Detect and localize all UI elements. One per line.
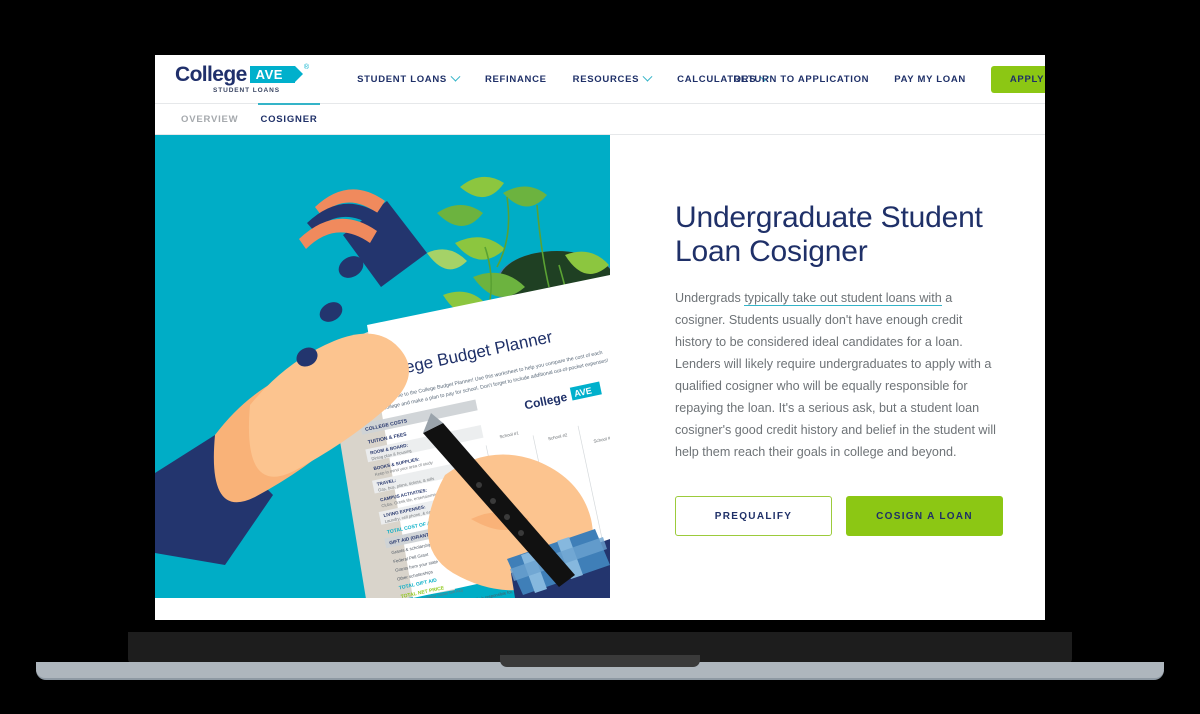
nav-item-student-loans-label: STUDENT LOANS — [357, 73, 447, 85]
paragraph-text-before-link: Undergrads — [675, 291, 745, 306]
logo-college-text: College — [175, 63, 247, 86]
return-to-application-link[interactable]: RETURN TO APPLICATION — [733, 74, 869, 85]
logo-registered-icon: ® — [303, 64, 310, 71]
page-title: Undergraduate Student Loan Cosigner — [675, 201, 983, 268]
page-body: College Budget Planner Welcome to the Co… — [155, 135, 1045, 618]
chevron-down-icon — [642, 71, 653, 82]
nav-item-refinance[interactable]: REFINANCE — [485, 74, 547, 85]
nav-item-resources[interactable]: RESOURCES — [572, 71, 653, 85]
header-actions: RETURN TO APPLICATION PAY MY LOAN APPLY — [733, 55, 1045, 103]
chevron-down-icon — [450, 71, 461, 82]
main-navigation: STUDENT LOANS REFINANCE RESOURCES CALCUL… — [357, 71, 770, 85]
laptop-device-mockup: College AVE ® STUDENT LOANS STUDENT LOAN… — [0, 0, 1200, 714]
laptop-trackpad-notch — [500, 655, 700, 667]
cosign-a-loan-button[interactable]: COSIGN A LOAN — [846, 496, 1003, 537]
college-ave-logo[interactable]: College AVE ® STUDENT LOANS — [175, 64, 309, 94]
nav-item-refinance-label: REFINANCE — [484, 73, 547, 85]
sub-navigation: OVERVIEW COSIGNER — [155, 102, 1045, 135]
hero-content: Undergraduate Student Loan Cosigner Unde… — [610, 135, 1045, 618]
nav-item-student-loans[interactable]: STUDENT LOANS — [357, 71, 461, 85]
cta-button-row: PREQUALIFY COSIGN A LOAN — [675, 496, 1003, 537]
budget-planner-illustration-svg: College Budget Planner Welcome to the Co… — [155, 135, 610, 598]
hero-paragraph: Undergrads typically take out student lo… — [675, 288, 997, 463]
subnav-tab-cosigner[interactable]: COSIGNER — [258, 102, 320, 135]
logo-wordmark-row: College AVE ® — [175, 64, 309, 85]
pay-my-loan-link[interactable]: PAY MY LOAN — [894, 74, 966, 85]
subnav-tab-overview[interactable]: OVERVIEW — [179, 104, 240, 135]
prequalify-button[interactable]: PREQUALIFY — [675, 496, 832, 537]
logo-ave-text: AVE — [255, 67, 283, 82]
apply-button[interactable]: APPLY — [991, 65, 1045, 93]
site-header: College AVE ® STUDENT LOANS STUDENT LOAN… — [155, 55, 1045, 103]
logo-tagline: STUDENT LOANS — [213, 87, 280, 94]
logo-ave-badge: AVE — [249, 66, 304, 83]
student-loans-link[interactable]: typically take out student loans with — [744, 291, 942, 307]
nav-item-resources-label: RESOURCES — [572, 73, 640, 85]
paragraph-text-after-link: a cosigner. Students usually don't have … — [675, 291, 996, 459]
browser-screen: College AVE ® STUDENT LOANS STUDENT LOAN… — [155, 55, 1045, 620]
hero-illustration: College Budget Planner Welcome to the Co… — [155, 135, 610, 598]
